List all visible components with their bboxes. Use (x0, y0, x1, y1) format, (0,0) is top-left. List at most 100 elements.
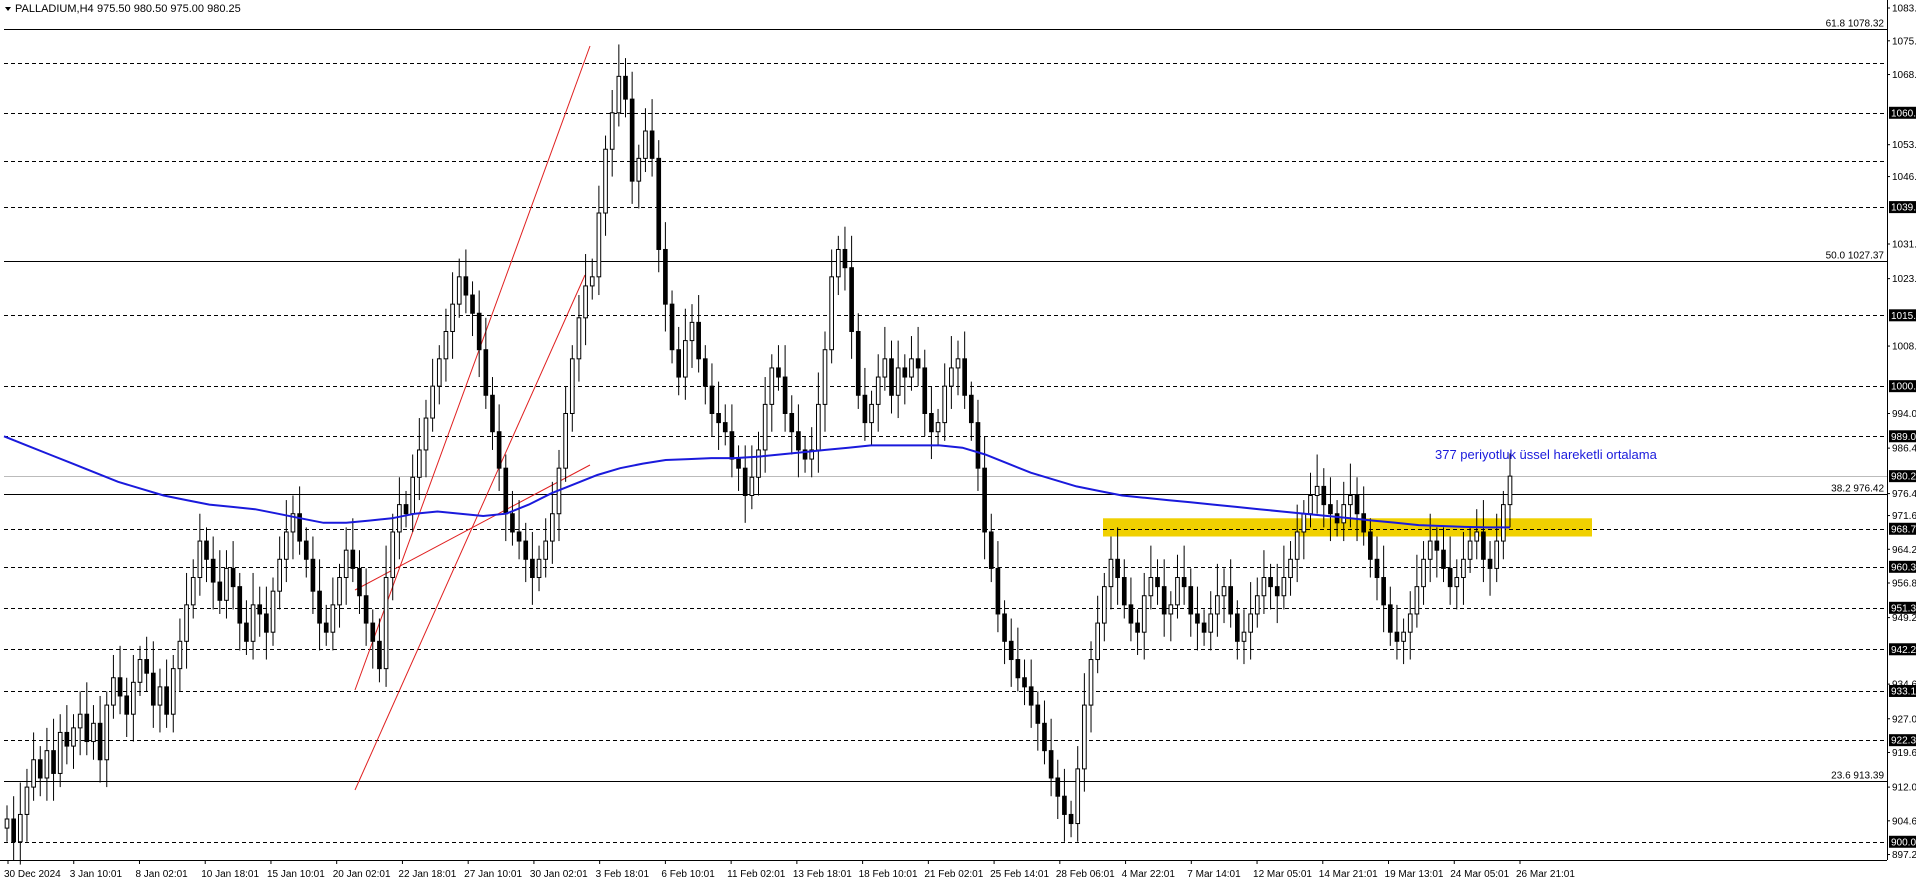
candle-body (230, 567, 236, 588)
candle-body (403, 504, 409, 515)
time-tick-label: 6 Feb 10:01 (661, 869, 715, 880)
time-tick-label: 7 Mar 14:01 (1187, 869, 1241, 880)
price-tick-label: 897.20 (1892, 850, 1916, 861)
price-tick-label: 971.60 (1892, 511, 1916, 522)
candle-body (902, 367, 908, 378)
candle-body (11, 818, 16, 843)
time-tick-label: 13 Feb 18:01 (793, 869, 852, 880)
candle-body (310, 558, 316, 592)
candle-body (204, 540, 209, 560)
candle-body (1401, 631, 1406, 642)
candle-body (742, 467, 748, 497)
candle-body (656, 157, 662, 250)
candle-body (550, 513, 555, 542)
candle-body (1155, 577, 1160, 588)
candle-body (237, 586, 243, 624)
candle-body (343, 549, 349, 579)
candle-body (583, 285, 588, 319)
candle-body (217, 581, 223, 601)
price-tag-label: 933.10 (1891, 686, 1916, 697)
candle-body (1208, 613, 1214, 633)
candle-body (1181, 577, 1187, 588)
time-tick-label: 18 Feb 10:01 (859, 869, 918, 880)
price-tag-label: 942.25 (1891, 645, 1916, 656)
time-tick-label: 10 Jan 18:01 (201, 869, 259, 880)
candle-body (317, 590, 322, 624)
price-tick-label: 912.00 (1892, 783, 1916, 794)
candle-body (1301, 513, 1307, 533)
candle-body (1354, 495, 1360, 515)
price-tick-label: 1068.40 (1892, 70, 1916, 81)
time-tick-label: 14 Mar 21:01 (1319, 869, 1378, 880)
candle-body (1248, 613, 1253, 633)
candle-body (736, 458, 741, 469)
candle-body (496, 431, 502, 469)
candle-body (383, 577, 389, 670)
candle-body (503, 467, 509, 515)
candle-body (1321, 485, 1327, 506)
candle-body (1115, 558, 1120, 579)
candle-body (330, 604, 336, 633)
candle-body (416, 449, 422, 478)
candle-body (390, 531, 396, 579)
candle-body (1015, 659, 1021, 679)
candle-body (184, 604, 189, 642)
candle-body (1215, 595, 1220, 615)
candle-body (370, 622, 376, 642)
candle-body (629, 98, 635, 182)
candle-body (31, 759, 36, 788)
price-chart[interactable]: 61.8 1078.32 50.0 1027.37 38.2 976.42 23.6 … (0, 0, 1916, 888)
candle-body (350, 549, 356, 569)
candle-body (1467, 540, 1473, 560)
candle-body (749, 476, 755, 497)
candle-body (436, 358, 442, 387)
candle-body (210, 558, 216, 583)
candle-body (683, 340, 688, 378)
candle-body (397, 504, 402, 533)
candle-body (1228, 586, 1234, 615)
candle-body (1062, 795, 1067, 815)
price-tick-label: 927.00 (1892, 714, 1916, 725)
candle-body (729, 431, 735, 460)
candle-body (323, 622, 329, 633)
price-tick-label: 1053.00 (1892, 140, 1916, 151)
candle-body (1101, 586, 1107, 624)
price-tick-label: 904.60 (1892, 816, 1916, 827)
candle-body (463, 276, 469, 296)
candle-body (569, 358, 575, 414)
price-tag-label: 1039.30 (1891, 203, 1916, 214)
candle-body (17, 813, 23, 843)
candle-body (875, 376, 881, 405)
candle-body (796, 431, 801, 451)
candle-body (869, 403, 874, 424)
candle-body (1035, 704, 1041, 724)
candle-body (1168, 604, 1174, 615)
candle-body (968, 394, 974, 424)
candle-body (1068, 813, 1074, 825)
candle-body (769, 367, 775, 405)
candle-body (762, 403, 768, 451)
candle-body (1274, 586, 1280, 597)
candle-body (1328, 504, 1333, 515)
candle-body (1254, 595, 1260, 615)
candle-body (1314, 485, 1320, 497)
candle-body (1108, 558, 1114, 588)
candle-body (982, 467, 987, 533)
price-tag-label: 980.25 (1891, 472, 1916, 483)
candle-body (124, 695, 130, 715)
candle-body (1474, 531, 1480, 542)
candle-body (131, 681, 136, 715)
candle-body (643, 130, 648, 159)
candle-body (756, 449, 761, 478)
price-tick-label: 956.80 (1892, 578, 1916, 589)
candle-body (4, 818, 10, 829)
candle-body (1487, 558, 1493, 569)
candle-body (144, 659, 149, 674)
time-tick-label: 19 Mar 13:01 (1385, 869, 1444, 880)
price-tag-label: 968.70 (1891, 524, 1916, 535)
candle-body (576, 317, 582, 360)
fib-label: 38.2 976.42 (1831, 484, 1884, 495)
price-tick-label: 1008.80 (1892, 342, 1916, 353)
candle-body (669, 303, 675, 351)
candle-body (523, 540, 529, 560)
